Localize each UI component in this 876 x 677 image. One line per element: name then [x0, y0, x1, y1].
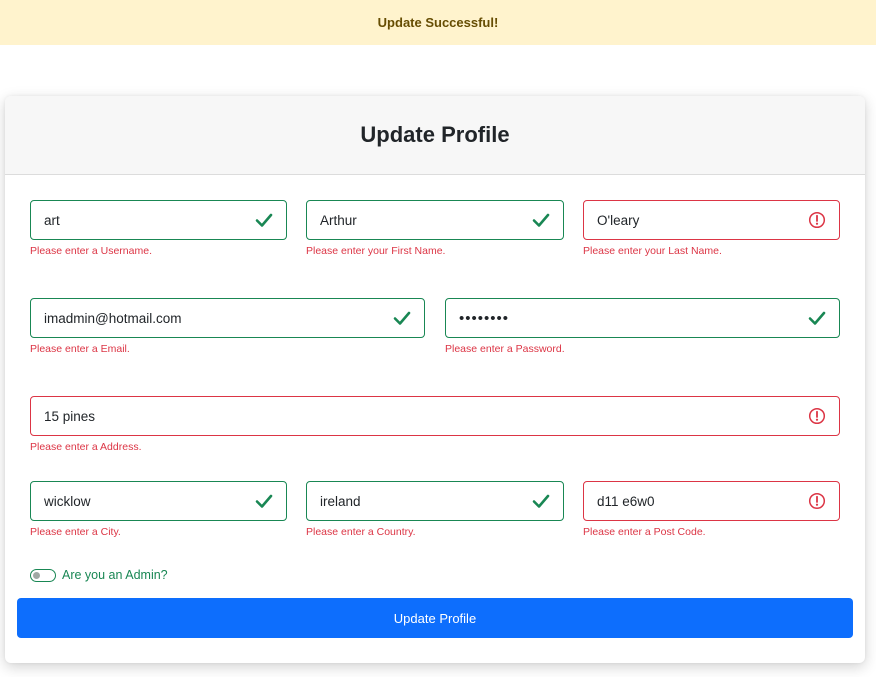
country-feedback: Please enter a Country.	[306, 526, 416, 538]
first-name-group: Arthur Please enter your First Name.	[306, 200, 564, 257]
city-feedback: Please enter a City.	[30, 526, 121, 538]
username-field[interactable]: art	[30, 200, 287, 240]
toggle-knob	[33, 571, 40, 579]
last-name-feedback: Please enter your Last Name.	[583, 245, 722, 257]
first-name-feedback: Please enter your First Name.	[306, 245, 446, 257]
password-value: ••••••••	[459, 309, 510, 327]
admin-toggle-group: Are you an Admin?	[30, 568, 168, 582]
username-feedback: Please enter a Username.	[30, 245, 152, 257]
password-group: •••••••• Please enter a Password.	[445, 298, 840, 355]
error-circle-icon	[807, 210, 827, 230]
password-feedback: Please enter a Password.	[445, 343, 565, 355]
post-code-group: d11 e6w0 Please enter a Post Code.	[583, 481, 840, 538]
admin-toggle-switch[interactable]	[30, 568, 56, 582]
last-name-value: O'leary	[597, 212, 640, 228]
error-circle-icon	[807, 491, 827, 511]
city-group: wicklow Please enter a City.	[30, 481, 287, 538]
check-icon	[254, 210, 274, 230]
email-group: imadmin@hotmail.com Please enter a Email…	[30, 298, 425, 355]
post-code-field[interactable]: d11 e6w0	[583, 481, 840, 521]
address-field[interactable]: 15 pines	[30, 396, 840, 436]
username-value: art	[44, 212, 60, 228]
city-value: wicklow	[44, 493, 91, 509]
check-icon	[531, 491, 551, 511]
check-icon	[807, 308, 827, 328]
last-name-field[interactable]: O'leary	[583, 200, 840, 240]
email-field[interactable]: imadmin@hotmail.com	[30, 298, 425, 338]
admin-toggle-label[interactable]: Are you an Admin?	[62, 568, 168, 582]
email-feedback: Please enter a Email.	[30, 343, 130, 355]
card-header: Update Profile	[5, 96, 865, 175]
username-group: art Please enter a Username.	[30, 200, 287, 257]
address-feedback: Please enter a Address.	[30, 441, 142, 453]
success-alert: Update Successful!	[0, 0, 876, 45]
page-title: Update Profile	[360, 122, 510, 147]
city-field[interactable]: wicklow	[30, 481, 287, 521]
check-icon	[254, 491, 274, 511]
country-group: ireland Please enter a Country.	[306, 481, 564, 538]
password-field[interactable]: ••••••••	[445, 298, 840, 338]
last-name-group: O'leary Please enter your Last Name.	[583, 200, 840, 257]
email-value: imadmin@hotmail.com	[44, 310, 182, 326]
alert-message: Update Successful!	[377, 15, 499, 30]
post-code-value: d11 e6w0	[597, 493, 655, 509]
update-profile-button[interactable]: Update Profile	[17, 598, 853, 638]
check-icon	[531, 210, 551, 230]
address-value: 15 pines	[44, 408, 96, 424]
address-group: 15 pines Please enter a Address.	[30, 396, 840, 453]
first-name-field[interactable]: Arthur	[306, 200, 564, 240]
country-value: ireland	[320, 493, 361, 509]
check-icon	[392, 308, 412, 328]
error-circle-icon	[807, 406, 827, 426]
post-code-feedback: Please enter a Post Code.	[583, 526, 706, 538]
country-field[interactable]: ireland	[306, 481, 564, 521]
first-name-value: Arthur	[320, 212, 357, 228]
